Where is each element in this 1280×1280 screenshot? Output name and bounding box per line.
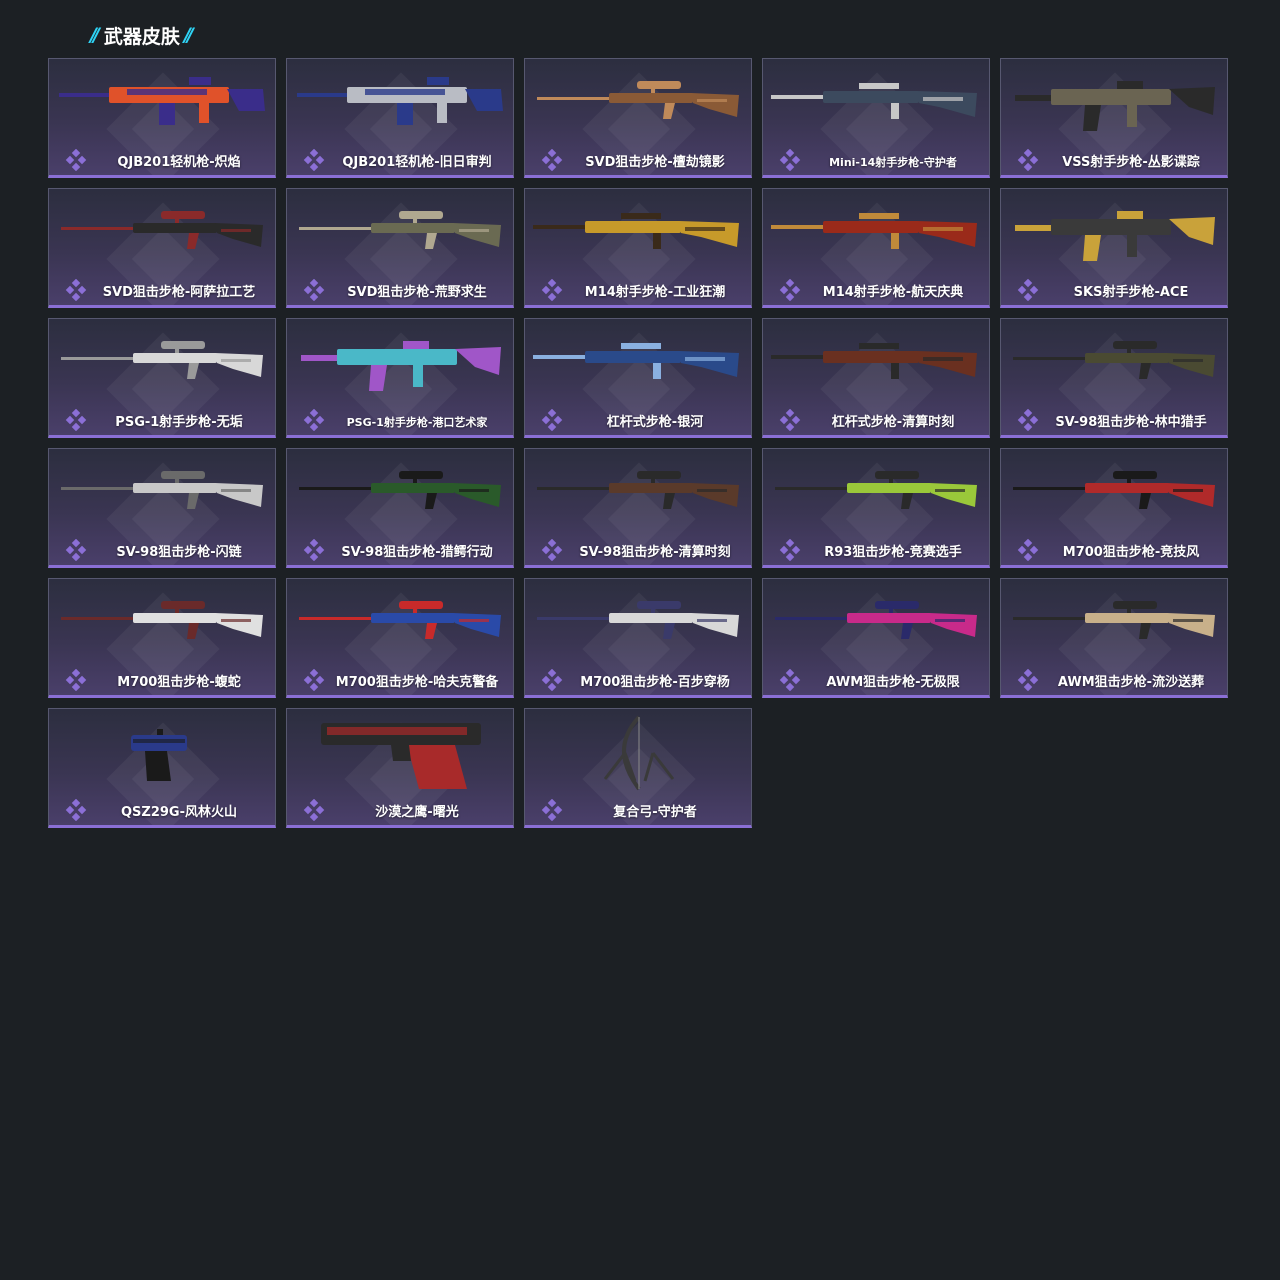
skin-card[interactable]: SV-98狙击步枪-清算时刻	[524, 448, 752, 568]
section-accent-icon: //	[90, 24, 100, 46]
rarity-diamond-icon	[1017, 668, 1039, 692]
skin-name: M700狙击步枪-哈夫克警备	[335, 675, 499, 690]
skin-card[interactable]: AWM狙击步枪-无极限	[762, 578, 990, 698]
skin-card[interactable]: QJB201轻机枪-炽焰	[48, 58, 276, 178]
skin-name: SVD狙击步枪-荒野求生	[347, 285, 487, 300]
skin-card[interactable]: M700狙击步枪-哈夫克警备	[286, 578, 514, 698]
rarity-diamond-icon	[303, 668, 325, 692]
skin-card[interactable]: 杠杆式步枪-银河	[524, 318, 752, 438]
rarity-diamond-icon	[779, 668, 801, 692]
rarity-diamond-icon	[1017, 278, 1039, 302]
skin-name: PSG-1射手步枪-港口艺术家	[346, 416, 488, 429]
skin-card[interactable]: SKS射手步枪-ACE	[1000, 188, 1228, 308]
skin-card[interactable]: AWM狙击步枪-流沙送葬	[1000, 578, 1228, 698]
rarity-diamond-icon	[541, 148, 563, 172]
skin-name: 沙漠之鹰-曙光	[375, 805, 459, 820]
skin-name: QSZ29G-风林火山	[121, 805, 237, 820]
skin-card[interactable]: 杠杆式步枪-清算时刻	[762, 318, 990, 438]
skin-name: 杠杆式步枪-银河	[606, 415, 704, 430]
skin-card[interactable]: M14射手步枪-工业狂潮	[524, 188, 752, 308]
skin-name: M700狙击步枪-蝮蛇	[117, 675, 241, 690]
skin-card[interactable]: PSG-1射手步枪-港口艺术家	[286, 318, 514, 438]
skin-card[interactable]: M14射手步枪-航天庆典	[762, 188, 990, 308]
rarity-diamond-icon	[65, 798, 87, 822]
skin-card[interactable]: PSG-1射手步枪-无垢	[48, 318, 276, 438]
skin-name: VSS射手步枪-丛影谍踪	[1062, 155, 1200, 170]
skin-name: M14射手步枪-工业狂潮	[584, 285, 726, 300]
skin-name: M700狙击步枪-竞技风	[1062, 545, 1200, 560]
rarity-diamond-icon	[541, 408, 563, 432]
rarity-diamond-icon	[65, 408, 87, 432]
skin-card[interactable]: M700狙击步枪-蝮蛇	[48, 578, 276, 698]
skin-card[interactable]: SVD狙击步枪-阿萨拉工艺	[48, 188, 276, 308]
rarity-diamond-icon	[541, 538, 563, 562]
skin-card[interactable]: M700狙击步枪-竞技风	[1000, 448, 1228, 568]
rarity-diamond-icon	[65, 538, 87, 562]
rarity-diamond-icon	[541, 798, 563, 822]
skin-card[interactable]: QJB201轻机枪-旧日审判	[286, 58, 514, 178]
rarity-diamond-icon	[779, 538, 801, 562]
skin-card[interactable]: 沙漠之鹰-曙光	[286, 708, 514, 828]
skin-card[interactable]: SVD狙击步枪-檀劫镜影	[524, 58, 752, 178]
skin-name: PSG-1射手步枪-无垢	[115, 415, 243, 430]
rarity-diamond-icon	[65, 278, 87, 302]
skin-card[interactable]: SV-98狙击步枪-闪链	[48, 448, 276, 568]
skin-name: R93狙击步枪-竞赛选手	[824, 545, 962, 560]
skin-grid: QJB201轻机枪-炽焰 QJB201轻机枪-旧日审判 SVD狙击步枪-檀劫镜影…	[48, 58, 1228, 828]
skin-name: M700狙击步枪-百步穿杨	[580, 675, 730, 690]
rarity-diamond-icon	[1017, 538, 1039, 562]
skin-name: SKS射手步枪-ACE	[1073, 285, 1189, 300]
skin-card[interactable]: R93狙击步枪-竞赛选手	[762, 448, 990, 568]
skin-card[interactable]: SVD狙击步枪-荒野求生	[286, 188, 514, 308]
rarity-diamond-icon	[1017, 148, 1039, 172]
rarity-diamond-icon	[779, 148, 801, 172]
rarity-diamond-icon	[303, 408, 325, 432]
skin-name: QJB201轻机枪-炽焰	[117, 155, 241, 170]
rarity-diamond-icon	[65, 668, 87, 692]
skin-name: SVD狙击步枪-阿萨拉工艺	[102, 285, 256, 300]
skin-name: 复合弓-守护者	[613, 805, 697, 820]
rarity-diamond-icon	[779, 408, 801, 432]
rarity-diamond-icon	[303, 278, 325, 302]
skin-name: AWM狙击步枪-无极限	[826, 675, 960, 690]
rarity-diamond-icon	[65, 148, 87, 172]
skin-card[interactable]: M700狙击步枪-百步穿杨	[524, 578, 752, 698]
rarity-diamond-icon	[779, 278, 801, 302]
skin-card[interactable]: SV-98狙击步枪-猎鳄行动	[286, 448, 514, 568]
skin-card[interactable]: 复合弓-守护者	[524, 708, 752, 828]
skin-name: 杠杆式步枪-清算时刻	[831, 415, 955, 430]
skin-name: QJB201轻机枪-旧日审判	[342, 155, 492, 170]
rarity-diamond-icon	[303, 148, 325, 172]
skin-card[interactable]: QSZ29G-风林火山	[48, 708, 276, 828]
skin-card[interactable]: SV-98狙击步枪-林中猎手	[1000, 318, 1228, 438]
rarity-diamond-icon	[303, 798, 325, 822]
skin-name: SV-98狙击步枪-清算时刻	[579, 545, 731, 560]
skin-name: AWM狙击步枪-流沙送葬	[1057, 675, 1205, 690]
skin-card[interactable]: VSS射手步枪-丛影谍踪	[1000, 58, 1228, 178]
skin-card[interactable]: Mini-14射手步枪-守护者	[762, 58, 990, 178]
skin-name: SV-98狙击步枪-猎鳄行动	[341, 545, 493, 560]
skin-name: Mini-14射手步枪-守护者	[829, 156, 957, 169]
rarity-diamond-icon	[541, 278, 563, 302]
rarity-diamond-icon	[541, 668, 563, 692]
section-header: // 武器皮肤 //	[90, 20, 194, 50]
skin-name: M14射手步枪-航天庆典	[822, 285, 964, 300]
rarity-diamond-icon	[1017, 408, 1039, 432]
section-title: 武器皮肤	[103, 25, 180, 48]
skin-name: SV-98狙击步枪-林中猎手	[1055, 415, 1207, 430]
skin-name: SVD狙击步枪-檀劫镜影	[585, 155, 725, 170]
skin-name: SV-98狙击步枪-闪链	[116, 545, 242, 560]
rarity-diamond-icon	[303, 538, 325, 562]
section-accent-icon: //	[183, 24, 194, 46]
